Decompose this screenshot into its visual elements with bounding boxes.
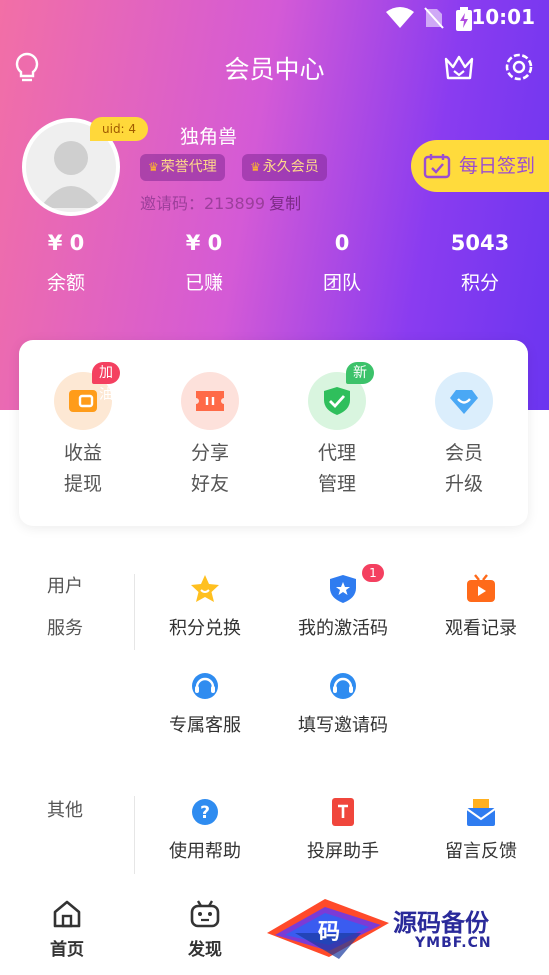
divider <box>134 796 135 874</box>
clock: 10:01 <box>471 5 535 29</box>
share-friends-button[interactable]: 分享 好友 <box>160 372 260 500</box>
shield-star-icon <box>330 575 356 603</box>
headset-icon <box>192 673 218 699</box>
wifi-icon <box>386 7 414 28</box>
calendar-check-icon <box>423 154 451 179</box>
nav-home[interactable]: 首页 <box>22 899 112 960</box>
nav-discover[interactable]: 发现 <box>160 899 250 960</box>
crown-small-icon: ♛ <box>250 160 261 174</box>
screen-cast-assistant-button[interactable]: 投屏助手 <box>274 797 412 863</box>
svg-text:?: ? <box>200 803 210 823</box>
notification-count-badge: 1 <box>362 564 384 582</box>
agent-management-button[interactable]: 新 代理 管理 <box>287 362 387 500</box>
new-badge: 新 <box>346 362 374 384</box>
star-icon <box>191 575 219 602</box>
stat-earned[interactable]: ¥ 0 已赚 <box>144 228 264 295</box>
feedback-button[interactable]: 留言反馈 <box>412 797 549 863</box>
no-sim-icon <box>424 7 444 29</box>
points-exchange-button[interactable]: 积分兑换 <box>136 574 274 640</box>
tv-play-icon <box>467 574 495 602</box>
status-bar: 10:01 <box>0 0 549 34</box>
other-label: 其他 <box>47 800 83 821</box>
dedicated-support-button[interactable]: 专属客服 <box>136 671 274 737</box>
my-activation-codes-button[interactable]: 1 我的激活码 <box>274 564 412 640</box>
watermark-emblem-icon: 码 <box>267 899 389 959</box>
stat-balance[interactable]: ¥ 0 余额 <box>6 228 126 295</box>
home-icon <box>53 900 81 928</box>
stat-team[interactable]: 0 团队 <box>282 228 402 295</box>
screen-cast-icon <box>332 798 354 826</box>
gear-icon[interactable] <box>502 50 536 84</box>
username: 独角兽 <box>180 126 238 148</box>
member-upgrade-button[interactable]: 会员 升级 <box>414 372 514 500</box>
uid-badge: uid: 4 <box>90 117 149 141</box>
divider <box>134 574 135 650</box>
wallet-icon <box>69 390 97 412</box>
headset-icon <box>330 673 356 699</box>
enter-invite-code-button[interactable]: 填写邀请码 <box>274 671 412 737</box>
copy-button[interactable]: 复制 <box>269 194 301 213</box>
quick-actions-card: 加油 收益 提现 分享 好友 新 代理 管理 会员 升级 <box>19 340 528 526</box>
daily-checkin-button[interactable]: 每日签到 <box>411 140 549 192</box>
cheer-badge: 加油 <box>92 362 120 403</box>
honor-agent-tag: ♛ 荣誉代理 <box>140 154 225 181</box>
ticket-icon <box>196 391 224 411</box>
invite-code: 邀请码：213899 复制 <box>140 194 302 213</box>
question-icon: ? <box>192 799 218 825</box>
crown-icon[interactable] <box>442 50 476 84</box>
watch-history-button[interactable]: 观看记录 <box>412 574 549 640</box>
user-services-label: 用户 服务 <box>47 576 83 639</box>
permanent-member-tag: ♛ 永久会员 <box>242 154 327 181</box>
shield-check-icon <box>324 387 350 415</box>
robot-face-icon <box>190 900 220 928</box>
help-button[interactable]: ? 使用帮助 <box>136 797 274 863</box>
crown-small-icon: ♛ <box>148 160 159 174</box>
diamond-icon <box>450 390 478 414</box>
svg-text:码: 码 <box>318 919 340 945</box>
mail-icon <box>466 799 496 826</box>
stat-points[interactable]: 5043 积分 <box>420 228 540 295</box>
battery-icon <box>456 7 472 31</box>
withdraw-earnings-button[interactable]: 加油 收益 提现 <box>33 362 133 500</box>
watermark-logo: 码 源码备份 YMBF.CN <box>265 893 540 963</box>
